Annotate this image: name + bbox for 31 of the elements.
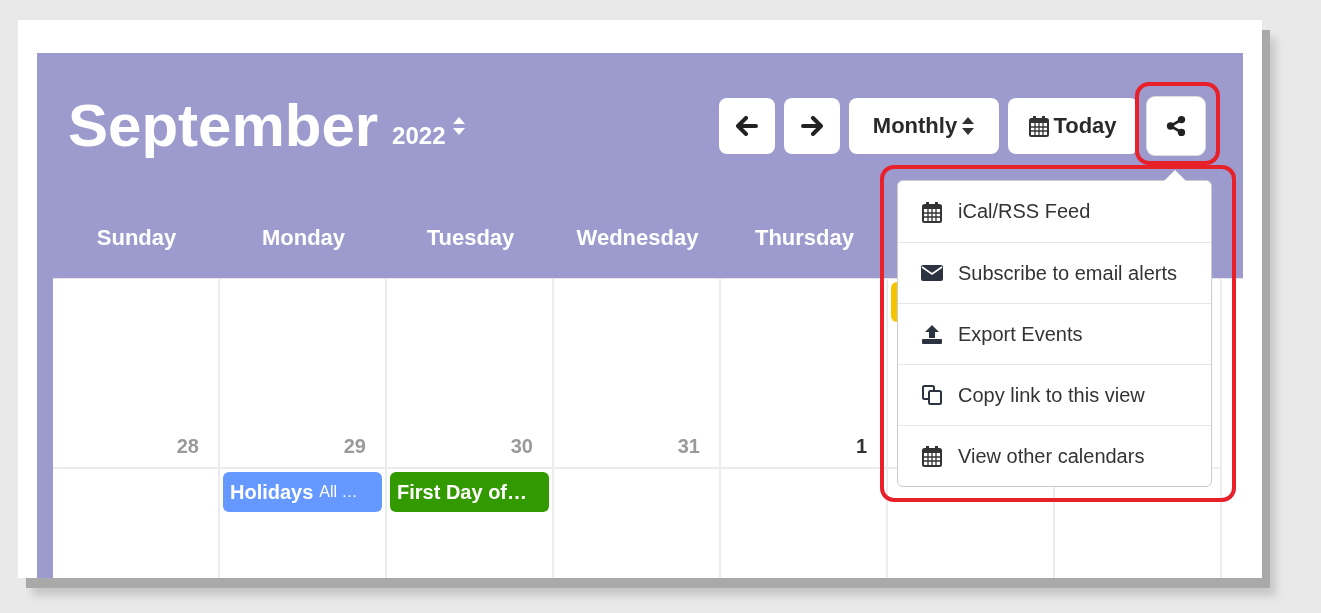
day-number: 28 [176,435,200,459]
today-button[interactable]: Today [1008,97,1138,154]
month-title: September [68,91,379,160]
menu-item[interactable]: Export Events [898,303,1211,364]
upload-icon [921,324,943,344]
calendar-event[interactable]: First Day of… [390,472,549,512]
day-number: 29 [343,435,367,459]
envelope-icon [921,264,943,282]
day-number: 31 [677,435,701,459]
weekday-label: Wednesday [576,225,699,251]
day-number: 1 [855,435,868,459]
share-icon [1165,113,1187,138]
menu-item[interactable]: View other calendars [898,425,1211,486]
weekday-label: Sunday [96,225,177,251]
menu-item[interactable]: Copy link to this view [898,364,1211,425]
arrow-left-icon [736,115,758,136]
arrow-right-icon [801,115,823,136]
menu-item[interactable]: iCal/RSS Feed [898,181,1211,242]
calendar-icon [1029,114,1050,137]
view-dropdown[interactable]: Monthly [849,97,999,154]
day-number: 30 [510,435,534,459]
weekday-label: Tuesday [426,225,515,251]
previous-button[interactable] [719,97,775,154]
calendar-icon [922,200,942,223]
weekday-label: Monday [261,225,346,251]
share-button[interactable] [1147,96,1205,155]
next-button[interactable] [784,97,840,154]
weekday-label: Thursday [755,225,854,251]
copy-icon [921,384,943,406]
calendar-icon [922,445,942,467]
menu-item[interactable]: Subscribe to email alerts [898,242,1211,303]
